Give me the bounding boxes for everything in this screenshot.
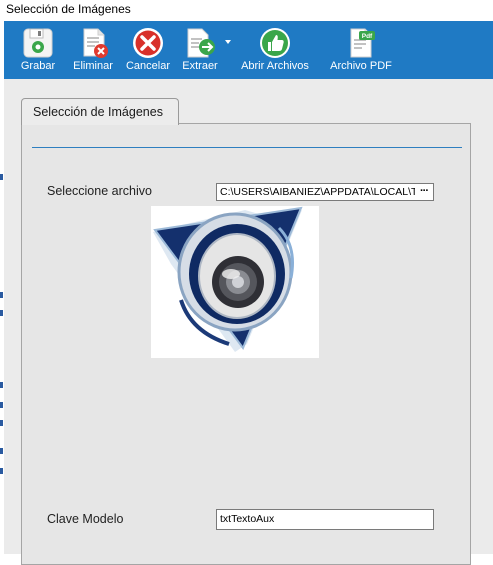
delete-button[interactable]: Eliminar xyxy=(69,26,117,76)
pdf-badge-text: Pdf xyxy=(362,33,373,40)
thumbs-up-icon xyxy=(260,28,290,58)
window-title: Selección de Imágenes xyxy=(6,2,131,16)
tab-label: Selección de Imágenes xyxy=(33,105,163,119)
title-bar: Selección de Imágenes xyxy=(0,0,493,20)
save-label: Grabar xyxy=(20,60,56,72)
extract-icon xyxy=(187,28,215,58)
delete-label: Eliminar xyxy=(73,60,113,72)
model-value: txtTextoAux xyxy=(220,513,275,525)
extract-button[interactable]: Extraer xyxy=(179,26,231,76)
separator-line xyxy=(32,147,462,148)
browse-button[interactable]: ··· xyxy=(415,184,433,200)
model-input[interactable]: txtTextoAux xyxy=(216,509,434,530)
file-label: Seleccione archivo xyxy=(47,184,152,198)
chevron-down-icon[interactable] xyxy=(225,40,231,44)
cancel-button[interactable]: Cancelar xyxy=(124,26,172,76)
model-label: Clave Modelo xyxy=(47,512,124,526)
file-path-field[interactable]: C:\USERS\AIBANIEZ\APPDATA\LOCAL\TEMP\ ··… xyxy=(216,183,434,201)
pdf-file-button[interactable]: Pdf Archivo PDF xyxy=(330,26,392,76)
toolbar: Grabar Eliminar Cancelar Extraer Abrir A… xyxy=(4,21,493,79)
cancel-label: Cancelar xyxy=(125,60,171,72)
extract-label: Extraer xyxy=(182,60,218,72)
open-files-button[interactable]: Abrir Archivos xyxy=(237,26,313,76)
delete-document-icon xyxy=(83,28,108,58)
tab-image-selection[interactable]: Selección de Imágenes xyxy=(21,98,179,125)
main-area: Selección de Imágenes Seleccione archivo… xyxy=(4,79,493,565)
file-path-value: C:\USERS\AIBANIEZ\APPDATA\LOCAL\TEMP\ xyxy=(220,186,434,198)
save-button[interactable]: Grabar xyxy=(18,26,58,76)
logo-image xyxy=(153,206,303,352)
cancel-icon xyxy=(133,28,163,58)
tab-panel: Seleccione archivo C:\USERS\AIBANIEZ\APP… xyxy=(21,123,471,565)
save-icon xyxy=(23,28,53,58)
pdf-file-label: Archivo PDF xyxy=(330,60,392,72)
pdf-file-icon: Pdf xyxy=(350,28,375,58)
open-files-label: Abrir Archivos xyxy=(241,60,309,72)
image-preview xyxy=(151,206,319,358)
